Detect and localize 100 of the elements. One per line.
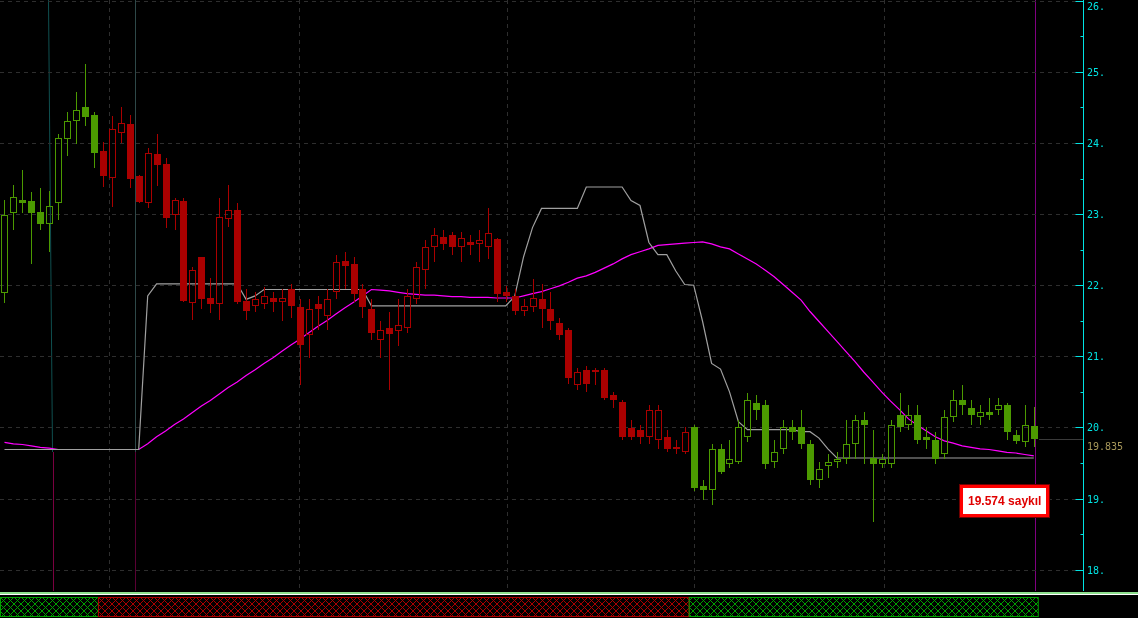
candlestick bbox=[709, 443, 716, 506]
candlestick bbox=[19, 169, 26, 214]
candlestick bbox=[413, 261, 420, 305]
candlestick bbox=[959, 384, 966, 416]
candlestick bbox=[664, 429, 671, 453]
candlestick bbox=[995, 397, 1002, 416]
candlestick bbox=[10, 184, 17, 231]
candlestick bbox=[37, 187, 44, 231]
candlestick bbox=[198, 256, 205, 310]
candlestick bbox=[46, 190, 53, 253]
candlestick bbox=[252, 291, 259, 313]
candlestick bbox=[422, 239, 429, 290]
candlestick bbox=[261, 286, 268, 310]
axis-label: 26. bbox=[1087, 0, 1106, 12]
candlestick bbox=[521, 298, 528, 317]
candlestick bbox=[440, 229, 447, 251]
candlestick bbox=[1004, 402, 1011, 441]
candlestick bbox=[735, 419, 742, 465]
candlestick bbox=[449, 231, 456, 256]
candlestick bbox=[243, 288, 250, 321]
candlestick bbox=[368, 298, 375, 341]
candlestick bbox=[673, 439, 680, 455]
candlestick bbox=[118, 106, 125, 144]
axis-label: 23. bbox=[1087, 209, 1106, 220]
candlestick bbox=[610, 391, 617, 409]
candlestick bbox=[145, 147, 152, 209]
candlestick bbox=[565, 327, 572, 385]
axis-label: 19. bbox=[1087, 494, 1106, 505]
candlestick bbox=[592, 367, 599, 386]
axis-label: 18. bbox=[1087, 565, 1106, 576]
candlestick bbox=[306, 298, 313, 359]
candlestick bbox=[512, 288, 519, 316]
candlestick bbox=[136, 174, 143, 204]
axis-label: 20. bbox=[1087, 422, 1106, 433]
candlestick bbox=[207, 277, 214, 314]
candlestick bbox=[619, 399, 626, 441]
candlestick bbox=[288, 283, 295, 319]
candlestick bbox=[655, 404, 662, 450]
candlestick bbox=[646, 404, 653, 445]
candlestick bbox=[485, 207, 492, 260]
candlestick bbox=[861, 411, 868, 465]
candlestick bbox=[91, 111, 98, 169]
candlestick bbox=[744, 392, 751, 443]
candlestick bbox=[798, 409, 805, 450]
candlestick bbox=[762, 399, 769, 470]
candlestick bbox=[431, 227, 438, 263]
annotation-label: 19.574 saykıl bbox=[960, 485, 1050, 517]
candlestick bbox=[628, 419, 635, 441]
candlestick bbox=[691, 424, 698, 492]
candlestick bbox=[682, 426, 689, 455]
candlestick bbox=[825, 453, 832, 479]
candlestick bbox=[601, 367, 608, 401]
candlestick bbox=[574, 367, 581, 391]
candlestick bbox=[834, 451, 841, 469]
candlestick bbox=[789, 419, 796, 441]
axis-label: 24. bbox=[1087, 138, 1106, 149]
candlestick bbox=[503, 285, 510, 303]
last-price-label: 19.835 bbox=[1087, 441, 1124, 452]
candlestick bbox=[771, 439, 778, 469]
candlestick bbox=[333, 254, 340, 300]
candlestick bbox=[816, 461, 823, 489]
candlestick bbox=[494, 237, 501, 303]
candlestick bbox=[852, 414, 859, 460]
axis-label: 25. bbox=[1087, 67, 1106, 78]
candlestick bbox=[270, 291, 277, 313]
candlestick bbox=[342, 251, 349, 290]
candlestick bbox=[404, 288, 411, 334]
candlestick bbox=[1013, 429, 1020, 445]
candlestick bbox=[700, 479, 707, 501]
candlestick bbox=[637, 424, 644, 445]
candlestick bbox=[923, 426, 930, 450]
candlestick bbox=[189, 266, 196, 321]
candlestick bbox=[807, 439, 814, 486]
candlestick bbox=[977, 404, 984, 426]
candlestick bbox=[932, 431, 939, 465]
candlestick bbox=[225, 184, 232, 228]
candlestick bbox=[377, 320, 384, 359]
candlestick bbox=[780, 419, 787, 455]
candlestick bbox=[986, 397, 993, 421]
candlestick bbox=[476, 229, 483, 263]
candlestick bbox=[154, 133, 161, 187]
candlestick bbox=[163, 157, 170, 229]
candlestick bbox=[458, 231, 465, 263]
candlestick bbox=[753, 394, 760, 421]
candlestick bbox=[279, 288, 286, 322]
candlestick bbox=[82, 63, 89, 127]
last-price-line bbox=[1038, 439, 1084, 440]
candlestick bbox=[843, 419, 850, 465]
candlestick bbox=[914, 404, 921, 445]
candlestick bbox=[556, 317, 563, 341]
candlestick bbox=[467, 234, 474, 256]
candlestick bbox=[968, 399, 975, 426]
candlestick bbox=[879, 453, 886, 469]
candlestick bbox=[941, 409, 948, 460]
candlestick bbox=[1031, 406, 1038, 448]
axis-label: 21. bbox=[1087, 351, 1106, 362]
candlestick bbox=[315, 295, 322, 331]
axis-label: 22. bbox=[1087, 280, 1106, 291]
candlestick bbox=[950, 389, 957, 423]
candlestick bbox=[64, 111, 71, 157]
